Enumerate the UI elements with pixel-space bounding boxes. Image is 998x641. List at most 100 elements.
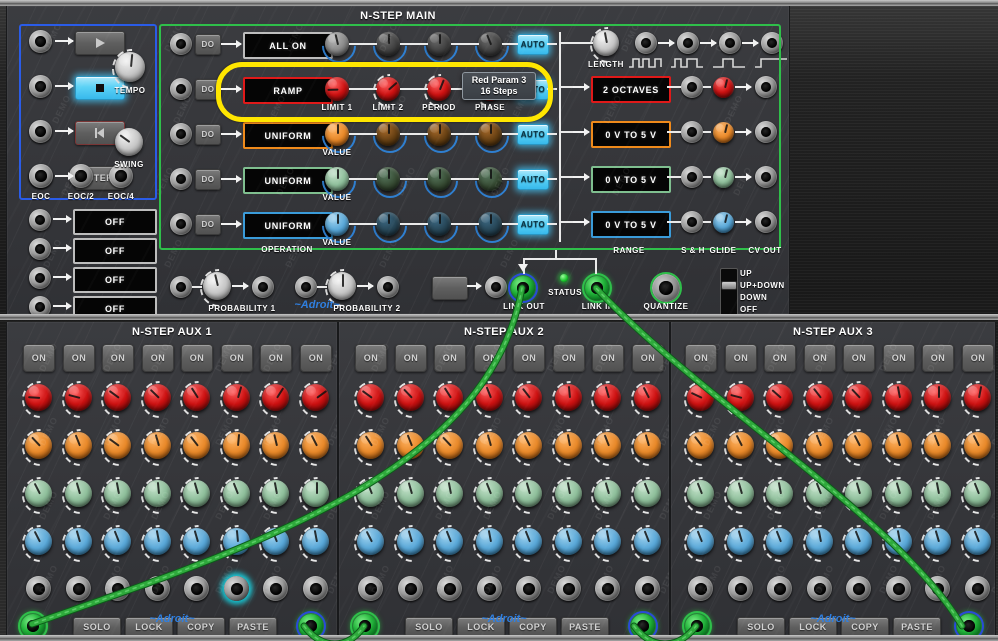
aux-knob-orange-1-0[interactable] [25, 432, 52, 459]
direction-option-up[interactable]: UP [740, 269, 789, 278]
aux-knob-green-2-4[interactable] [515, 480, 542, 507]
aux-knob-blue-3-0[interactable] [687, 528, 714, 555]
aux-out-jack-1[interactable] [728, 576, 753, 601]
aux-knob-red-0-5[interactable] [223, 384, 250, 411]
aux-knob-orange-1-6[interactable] [924, 432, 951, 459]
aux-knob-orange-1-7[interactable] [634, 432, 661, 459]
clock-out-jack-0[interactable] [635, 32, 657, 54]
aux-out-jack-0[interactable] [358, 576, 383, 601]
mod-slot-jack-3[interactable] [29, 296, 51, 314]
transport-button-play[interactable] [75, 31, 125, 55]
row-knob-4-2[interactable] [427, 212, 451, 236]
row-operation-display-2[interactable]: UNIFORM [243, 122, 333, 149]
probability-2-knob[interactable] [328, 272, 356, 300]
direction-slider-thumb[interactable] [721, 281, 737, 290]
aux-knob-blue-3-4[interactable] [515, 528, 542, 555]
row-trigger-jack-0[interactable] [170, 33, 192, 55]
aux-knob-red-0-3[interactable] [476, 384, 503, 411]
aux-knob-red-0-6[interactable] [262, 384, 289, 411]
aux-knob-blue-3-3[interactable] [806, 528, 833, 555]
aux-knob-orange-1-2[interactable] [436, 432, 463, 459]
aux-knob-green-2-4[interactable] [183, 480, 210, 507]
probability-2-out-jack[interactable] [377, 276, 399, 298]
aux-knob-blue-3-5[interactable] [555, 528, 582, 555]
aux-knob-orange-1-5[interactable] [885, 432, 912, 459]
aux-out-jack-2[interactable] [105, 576, 130, 601]
aux-knob-green-2-6[interactable] [262, 480, 289, 507]
aux-knob-blue-3-2[interactable] [436, 528, 463, 555]
length-knob[interactable] [593, 30, 619, 56]
aux-knob-blue-3-6[interactable] [262, 528, 289, 555]
row-knob-0-2[interactable] [427, 32, 451, 56]
step-toggle-3[interactable]: ON [142, 344, 174, 372]
aux-knob-green-2-5[interactable] [885, 480, 912, 507]
aux-out-jack-4[interactable] [184, 576, 209, 601]
aux-knob-red-0-7[interactable] [964, 384, 991, 411]
sample-hold-jack-1[interactable] [681, 121, 703, 143]
aux-knob-blue-3-3[interactable] [476, 528, 503, 555]
cv-out-jack-0[interactable] [755, 76, 777, 98]
glide-knob-3[interactable] [713, 212, 734, 233]
row-knob-1-2[interactable] [427, 77, 451, 101]
step-toggle-0[interactable]: ON [355, 344, 387, 372]
row-knob-3-3[interactable] [478, 167, 502, 191]
aux-knob-orange-1-7[interactable] [302, 432, 329, 459]
aux-knob-blue-3-4[interactable] [845, 528, 872, 555]
row-knob-2-0[interactable] [325, 122, 349, 146]
aux-knob-orange-1-1[interactable] [397, 432, 424, 459]
glide-knob-0[interactable] [713, 77, 734, 98]
aux-out-jack-0[interactable] [26, 576, 51, 601]
aux-knob-red-0-5[interactable] [555, 384, 582, 411]
aux-knob-red-0-7[interactable] [302, 384, 329, 411]
aux-knob-orange-1-2[interactable] [104, 432, 131, 459]
step-toggle-4[interactable]: ON [181, 344, 213, 372]
aux-knob-green-2-0[interactable] [25, 480, 52, 507]
row-knob-4-1[interactable] [376, 212, 400, 236]
aux-knob-blue-3-7[interactable] [634, 528, 661, 555]
transport-input-jack-stop[interactable] [29, 75, 52, 98]
row-knob-0-0[interactable] [325, 32, 349, 56]
step-toggle-4[interactable]: ON [513, 344, 545, 372]
aux-knob-orange-1-3[interactable] [476, 432, 503, 459]
transport-input-jack-reset[interactable] [29, 120, 52, 143]
row-knob-2-2[interactable] [427, 122, 451, 146]
mod-slot-display-2[interactable]: OFF [73, 267, 157, 293]
aux-knob-blue-3-1[interactable] [65, 528, 92, 555]
row-do-button-2[interactable]: DO [195, 124, 221, 145]
probability-1-knob[interactable] [203, 272, 231, 300]
row-knob-4-3[interactable] [478, 212, 502, 236]
mod-slot-display-0[interactable]: OFF [73, 209, 157, 235]
aux-out-jack-6[interactable] [263, 576, 288, 601]
row-operation-display-4[interactable]: UNIFORM [243, 212, 333, 239]
aux-knob-red-0-5[interactable] [885, 384, 912, 411]
aux-knob-orange-1-2[interactable] [766, 432, 793, 459]
step-toggle-5[interactable]: ON [553, 344, 585, 372]
step-toggle-4[interactable]: ON [843, 344, 875, 372]
row-operation-display-3[interactable]: UNIFORM [243, 167, 333, 194]
step-toggle-7[interactable]: ON [300, 344, 332, 372]
glide-knob-2[interactable] [713, 167, 734, 188]
direction-option-off[interactable]: OFF [740, 305, 789, 314]
eoc-jack-0[interactable] [29, 164, 53, 188]
mod-slot-jack-1[interactable] [29, 238, 51, 260]
row-trigger-jack-4[interactable] [170, 213, 192, 235]
row-trigger-jack-1[interactable] [170, 78, 192, 100]
aux-out-jack-4[interactable] [846, 576, 871, 601]
aux-knob-green-2-3[interactable] [476, 480, 503, 507]
aux-out-jack-7[interactable] [303, 576, 328, 601]
mod-slot-display-1[interactable]: OFF [73, 238, 157, 264]
sample-hold-jack-0[interactable] [681, 76, 703, 98]
aux-out-jack-6[interactable] [595, 576, 620, 601]
aux-knob-orange-1-4[interactable] [183, 432, 210, 459]
clock-out-jack-1[interactable] [677, 32, 699, 54]
step-toggle-6[interactable]: ON [592, 344, 624, 372]
clock-out-jack-3[interactable] [761, 32, 783, 54]
aux-knob-blue-3-0[interactable] [25, 528, 52, 555]
aux-knob-red-0-1[interactable] [397, 384, 424, 411]
row-knob-1-1[interactable] [376, 77, 400, 101]
aux-knob-orange-1-3[interactable] [144, 432, 171, 459]
aux-out-jack-7[interactable] [965, 576, 990, 601]
row-auto-button-4[interactable]: AUTO [517, 214, 549, 235]
aux-knob-green-2-0[interactable] [357, 480, 384, 507]
step-toggle-6[interactable]: ON [922, 344, 954, 372]
